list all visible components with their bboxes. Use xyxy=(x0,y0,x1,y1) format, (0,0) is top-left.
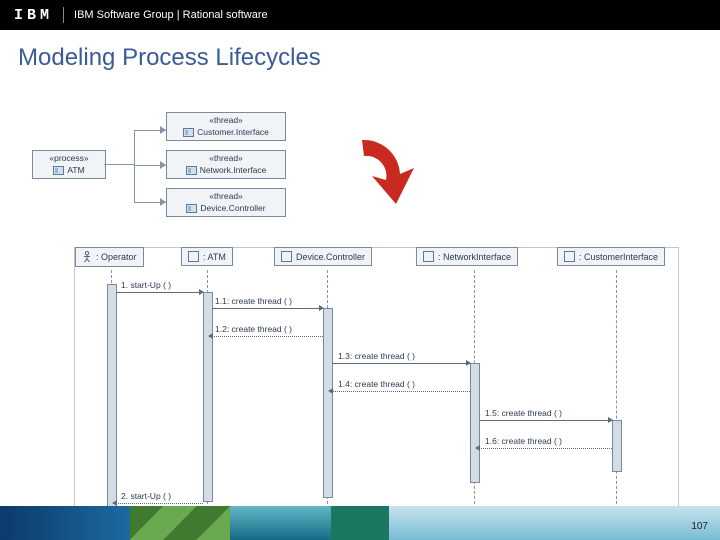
activation xyxy=(470,363,480,483)
msg-line xyxy=(212,336,323,337)
msg-label: 1.2: create thread ( ) xyxy=(215,324,292,334)
stereotype-label: «thread» xyxy=(167,113,285,126)
class-icon xyxy=(53,166,64,175)
msg-line xyxy=(479,448,612,449)
arrowhead-icon xyxy=(608,417,613,423)
lifeline-head-devicecontroller: Device.Controller xyxy=(274,247,372,266)
arrowhead-icon xyxy=(160,198,166,206)
lifeline-head-networkinterface: : NetworkInterface xyxy=(416,247,518,266)
footer-stripe xyxy=(230,506,331,540)
stereotype-label: «thread» xyxy=(167,189,285,202)
slide-content: «process» ATM «thread» Customer.Interfac… xyxy=(0,82,720,522)
msg-line xyxy=(332,363,470,364)
arrowhead-icon xyxy=(160,126,166,134)
lifeline-label: Device.Controller xyxy=(296,252,365,262)
msg-line xyxy=(332,391,470,392)
activation xyxy=(203,292,213,502)
msg-line xyxy=(212,308,323,309)
lifeline-label: : ATM xyxy=(203,252,226,262)
classbox-process: «process» ATM xyxy=(32,150,106,179)
classbox-thread-0: «thread» Customer.Interface xyxy=(166,112,286,141)
arrowhead-icon xyxy=(328,388,333,394)
class-icon xyxy=(186,166,197,175)
msg-label: 1.4: create thread ( ) xyxy=(338,379,415,389)
class-name: Device.Controller xyxy=(200,203,265,213)
object-icon xyxy=(423,251,434,262)
class-name: Network.Interface xyxy=(200,165,267,175)
footer-stripe xyxy=(389,506,720,540)
classbox-thread-2: «thread» Device.Controller xyxy=(166,188,286,217)
classbox-thread-1: «thread» Network.Interface xyxy=(166,150,286,179)
class-name: ATM xyxy=(67,165,84,175)
page-title: Modeling Process Lifecycles xyxy=(18,44,720,72)
lifeline-head-customerinterface: : CustomerInterface xyxy=(557,247,665,266)
footer-stripe xyxy=(0,506,130,540)
arrowhead-icon xyxy=(475,445,480,451)
object-icon xyxy=(564,251,575,262)
arrowhead-icon xyxy=(208,333,213,339)
activation xyxy=(107,284,117,514)
msg-label: 1.6: create thread ( ) xyxy=(485,436,562,446)
page-number: 107 xyxy=(691,521,708,532)
msg-line xyxy=(479,420,612,421)
divider xyxy=(63,7,64,23)
connector xyxy=(104,164,134,165)
lifeline-head-atm: : ATM xyxy=(181,247,233,266)
red-arrow-icon xyxy=(348,132,428,202)
activation xyxy=(612,420,622,472)
footer-stripe xyxy=(331,506,389,540)
arrowhead-icon xyxy=(319,305,324,311)
lifeline-label: : NetworkInterface xyxy=(438,252,511,262)
activation xyxy=(323,308,333,498)
object-icon xyxy=(281,251,292,262)
arrowhead-icon xyxy=(466,360,471,366)
class-icon xyxy=(186,204,197,213)
header-group-text: IBM Software Group | Rational software xyxy=(74,9,268,21)
msg-label: 1.3: create thread ( ) xyxy=(338,351,415,361)
lifeline-head-operator: : Operator xyxy=(75,247,144,267)
connector xyxy=(134,130,135,202)
sequence-diagram: : Operator : ATM Device.Controller : Net… xyxy=(74,247,679,525)
lifeline xyxy=(616,270,617,524)
arrowhead-icon xyxy=(199,289,204,295)
lifeline-label: : CustomerInterface xyxy=(579,252,658,262)
actor-icon xyxy=(82,251,92,263)
header-bar: IBM IBM Software Group | Rational softwa… xyxy=(0,0,720,30)
footer-stripe xyxy=(130,506,231,540)
object-icon xyxy=(188,251,199,262)
msg-label: 1.1: create thread ( ) xyxy=(215,296,292,306)
msg-label: 1. start-Up ( ) xyxy=(121,280,171,290)
arrowhead-icon xyxy=(160,161,166,169)
class-icon xyxy=(183,128,194,137)
footer-bar xyxy=(0,506,720,540)
msg-line xyxy=(116,292,203,293)
class-name: Customer.Interface xyxy=(197,127,269,137)
msg-line xyxy=(116,503,203,504)
lifeline-label: : Operator xyxy=(96,252,137,262)
stereotype-label: «process» xyxy=(33,151,105,164)
msg-label: 1.5: create thread ( ) xyxy=(485,408,562,418)
ibm-logo: IBM xyxy=(14,7,53,24)
msg-label: 2. start-Up ( ) xyxy=(121,491,171,501)
stereotype-label: «thread» xyxy=(167,151,285,164)
